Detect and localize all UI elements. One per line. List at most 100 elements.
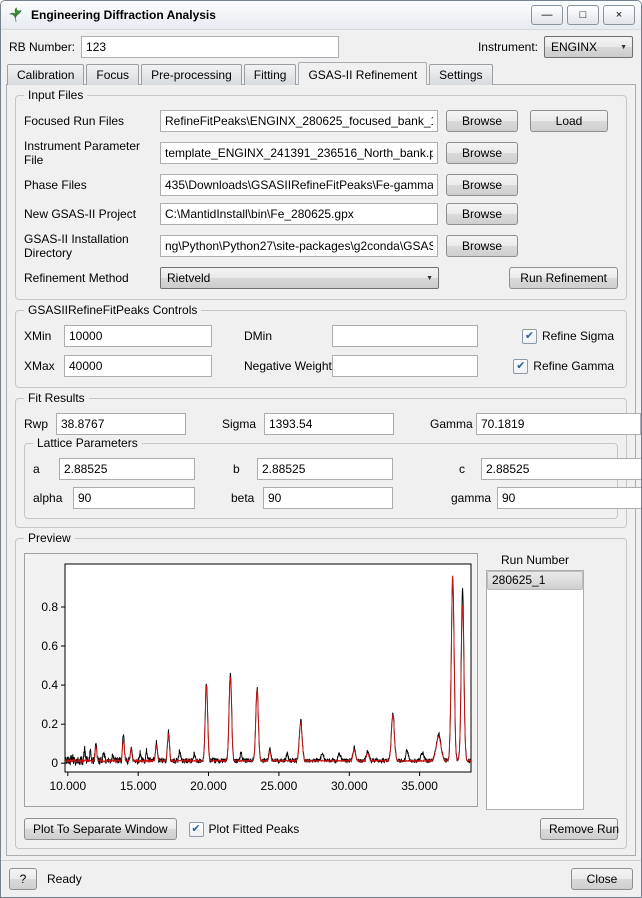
tab-calibration[interactable]: Calibration xyxy=(7,64,85,85)
sigma-input[interactable] xyxy=(264,413,394,435)
refinement-method-row: Refinement Method Rietveld ▼ Run Refinem… xyxy=(24,267,618,289)
gamma-input[interactable] xyxy=(476,413,641,435)
xmax-input[interactable] xyxy=(64,355,212,377)
close-icon: × xyxy=(615,8,623,21)
preview-group: Preview 10.000 15.000 20.000 25.000 30.000 35… xyxy=(15,531,627,849)
svg-text:0.6: 0.6 xyxy=(41,639,58,653)
refine-gamma-label: Refine Gamma xyxy=(533,359,614,373)
tab-settings[interactable]: Settings xyxy=(429,64,493,85)
svg-text:0.8: 0.8 xyxy=(41,600,58,614)
refinement-method-value: Rietveld xyxy=(167,271,211,285)
close-button[interactable]: Close xyxy=(571,868,633,890)
xmax-label: XMax xyxy=(24,359,55,373)
installation-directory-browse-button[interactable]: Browse xyxy=(446,235,518,257)
phase-files-browse-button[interactable]: Browse xyxy=(446,174,518,196)
rwp-label: Rwp xyxy=(24,417,49,431)
tab-pre-processing[interactable]: Pre-processing xyxy=(141,64,242,85)
fit-results-row: Rwp Sigma Gamma xyxy=(24,413,641,435)
tab-focus[interactable]: Focus xyxy=(86,64,140,85)
instrument-parameter-label: Instrument Parameter File xyxy=(24,139,141,167)
gamma-label: Gamma xyxy=(430,417,473,431)
svg-text:20.000: 20.000 xyxy=(190,779,227,793)
remove-run-button[interactable]: Remove Run xyxy=(540,818,619,840)
c-label: c xyxy=(459,462,465,476)
installation-directory-input[interactable] xyxy=(160,235,438,257)
run-number-column: Run Number 280625_1 xyxy=(486,553,584,810)
new-project-browse-button[interactable]: Browse xyxy=(446,203,518,225)
lattice-parameters-title: Lattice Parameters xyxy=(33,436,142,450)
phase-files-input[interactable] xyxy=(160,174,438,196)
focused-run-files-input[interactable] xyxy=(160,110,438,132)
dmin-input[interactable] xyxy=(332,325,478,347)
svg-text:0.2: 0.2 xyxy=(41,717,58,731)
beta-input[interactable] xyxy=(263,487,393,509)
diffraction-plot: 10.000 15.000 20.000 25.000 30.000 35.000 0 0.2… xyxy=(24,553,478,807)
refinement-method-select[interactable]: Rietveld ▼ xyxy=(160,267,439,289)
maximize-button[interactable]: □ xyxy=(567,5,599,25)
instrument-value: ENGINX xyxy=(551,40,598,54)
dmin-label: DMin xyxy=(244,329,273,343)
instrument-parameter-browse-button[interactable]: Browse xyxy=(446,142,518,164)
new-project-input[interactable] xyxy=(160,203,438,225)
minimize-button[interactable]: — xyxy=(531,5,563,25)
tab-fitting[interactable]: Fitting xyxy=(243,64,297,85)
plot-fitted-peaks-checkbox[interactable]: ✔ Plot Fitted Peaks xyxy=(188,821,299,837)
instrument-select[interactable]: ENGINX ▼ xyxy=(544,36,633,58)
svg-text:35.000: 35.000 xyxy=(401,779,438,793)
fit-results-group: Fit Results Rwp Sigma Gamma Lattice Para… xyxy=(15,391,641,528)
diffraction-plot-canvas: 10.000 15.000 20.000 25.000 30.000 35.000 0 0.2… xyxy=(41,563,472,793)
svg-text:15.000: 15.000 xyxy=(120,779,157,793)
tab-bar: Calibration Focus Pre-processing Fitting… xyxy=(1,62,641,85)
input-files-title: Input Files xyxy=(24,88,88,102)
focused-run-files-label: Focused Run Files xyxy=(24,114,125,128)
status-bar: ? Ready Close xyxy=(1,860,641,897)
installation-directory-label: GSAS-II Installation Directory xyxy=(24,232,129,260)
minimize-icon: — xyxy=(541,8,553,21)
run-list-item[interactable]: 280625_1 xyxy=(487,571,583,590)
alpha-label: alpha xyxy=(33,491,63,505)
lattice-gamma-input[interactable] xyxy=(497,487,641,509)
alpha-input[interactable] xyxy=(73,487,195,509)
b-label: b xyxy=(233,462,240,476)
run-number-label: Run Number xyxy=(500,553,570,567)
rb-number-input[interactable] xyxy=(81,36,340,58)
sigma-label: Sigma xyxy=(222,417,257,431)
close-window-button[interactable]: × xyxy=(603,5,635,25)
tab-content: Input Files Focused Run Files Browse Loa… xyxy=(6,84,641,856)
a-input[interactable] xyxy=(59,458,195,480)
run-number-list[interactable]: 280625_1 xyxy=(486,570,584,810)
plot-separate-window-button[interactable]: Plot To Separate Window xyxy=(24,818,177,840)
negative-weight-label: Negative Weight xyxy=(244,359,332,373)
refinement-method-label: Refinement Method xyxy=(24,271,129,285)
instrument-parameter-row: Instrument Parameter File Browse xyxy=(24,139,618,167)
chevron-down-icon: ▼ xyxy=(620,43,627,51)
b-input[interactable] xyxy=(257,458,393,480)
run-refinement-button[interactable]: Run Refinement xyxy=(509,267,618,289)
help-button[interactable]: ? xyxy=(9,868,37,890)
maximize-icon: □ xyxy=(579,8,587,21)
rb-number-label: RB Number: xyxy=(9,40,76,54)
negative-weight-input[interactable] xyxy=(332,355,478,377)
lattice-parameters-group: Lattice Parameters a b c alpha beta gamm… xyxy=(24,436,641,519)
beta-label: beta xyxy=(231,491,255,505)
phase-files-label: Phase Files xyxy=(24,178,87,192)
new-project-label: New GSAS-II Project xyxy=(24,207,137,221)
refine-gamma-checkbox[interactable]: ✔ Refine Gamma xyxy=(513,358,614,374)
xmin-input[interactable] xyxy=(64,325,212,347)
tab-gsas-ii-refinement[interactable]: GSAS-II Refinement xyxy=(298,62,428,85)
title-bar: Engineering Diffraction Analysis — □ × xyxy=(1,1,641,30)
preview-controls: Plot To Separate Window ✔ Plot Fitted Pe… xyxy=(24,818,619,840)
load-button[interactable]: Load xyxy=(530,110,608,132)
preview-body: 10.000 15.000 20.000 25.000 30.000 35.000 0 0.2… xyxy=(24,553,618,810)
refine-sigma-checkbox[interactable]: ✔ Refine Sigma xyxy=(521,328,614,344)
preview-title: Preview xyxy=(24,531,75,545)
controls-group: GSASIIRefineFitPeaks Controls XMin DMin … xyxy=(15,303,627,388)
focused-run-files-browse-button[interactable]: Browse xyxy=(446,110,518,132)
instrument-parameter-input[interactable] xyxy=(160,142,438,164)
xmin-label: XMin xyxy=(24,329,52,343)
rwp-input[interactable] xyxy=(56,413,186,435)
instrument-label: Instrument: xyxy=(477,40,538,54)
header-row: RB Number: Instrument: ENGINX ▼ xyxy=(1,30,641,62)
lattice-row-abc: a b c xyxy=(33,458,641,480)
c-input[interactable] xyxy=(481,458,641,480)
